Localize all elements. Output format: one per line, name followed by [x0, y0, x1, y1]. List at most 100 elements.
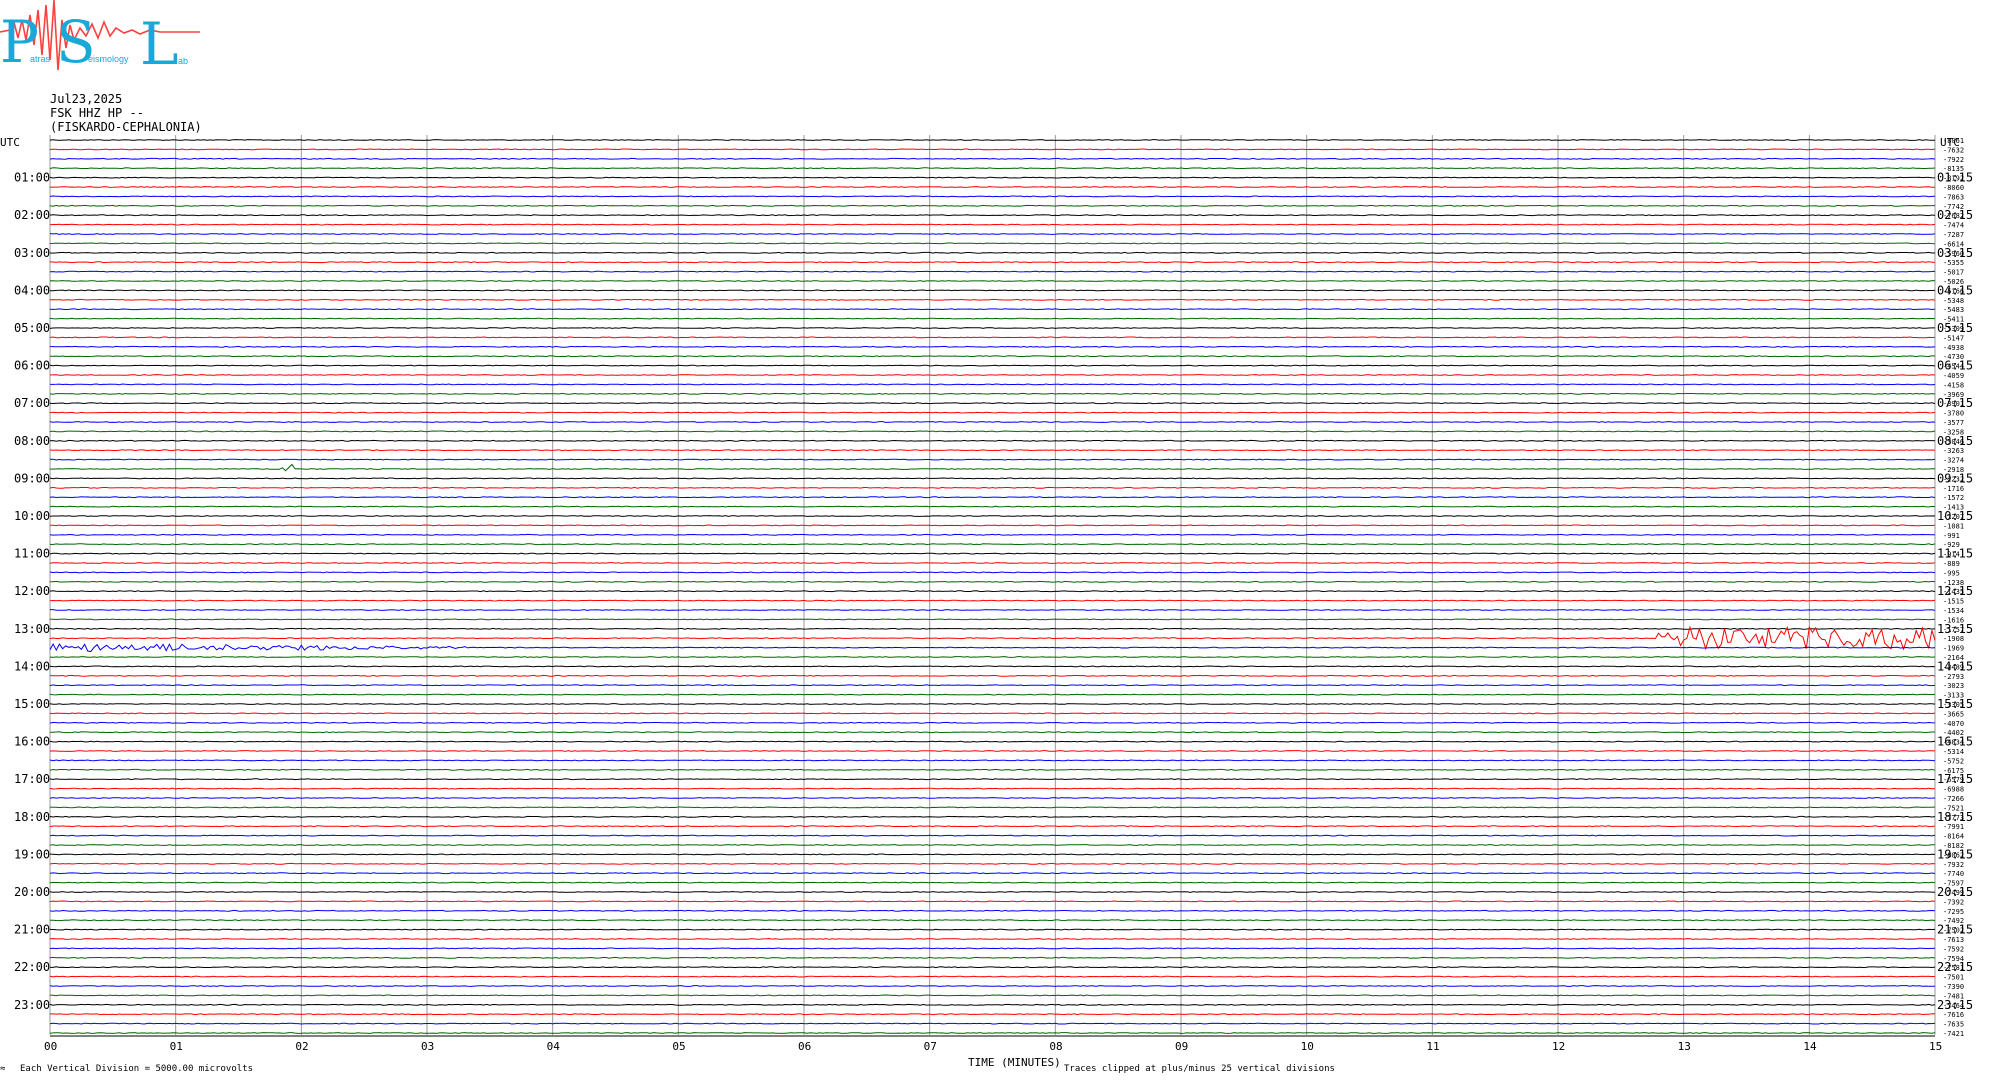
hour-label-left: 19:00: [14, 847, 50, 861]
trace-line: [49, 947, 1936, 950]
trace-line: [49, 430, 1936, 433]
trace-line: [49, 768, 1936, 771]
hour-label-right: 21:15: [1937, 923, 1973, 937]
offset-label: -1515: [1943, 598, 1964, 606]
trace-line: [49, 270, 1936, 273]
offset-label: -7922: [1943, 156, 1964, 164]
trace-line: [49, 533, 1935, 536]
hour-label-left: 07:00: [14, 396, 50, 410]
trace-line: [49, 176, 1936, 179]
hour-label-left: 18:00: [14, 810, 50, 824]
trace-line: [49, 364, 1936, 367]
offset-label: -1908: [1943, 635, 1964, 643]
trace-line: [49, 806, 1936, 809]
offset-label: -7295: [1943, 908, 1964, 916]
trace-line: [49, 167, 1936, 170]
offset-label: -7501: [1943, 974, 1964, 982]
hour-label-left: 13:00: [14, 622, 50, 636]
trace-line: [49, 327, 1935, 329]
x-tick-label: 09: [1175, 1040, 1188, 1053]
x-tick-label: 02: [295, 1040, 308, 1053]
offset-label: -3274: [1943, 457, 1964, 465]
x-tick-label: 14: [1803, 1040, 1817, 1053]
trace-line: [49, 458, 1936, 461]
offset-label: -7613: [1943, 936, 1964, 944]
offset-label: -5017: [1943, 269, 1964, 277]
trace-line: [49, 251, 1935, 254]
trace-line: [49, 759, 1936, 762]
trace-line: [49, 825, 1936, 828]
trace-line: [50, 580, 1936, 583]
offset-label: -7287: [1943, 231, 1964, 239]
trace-line: [49, 900, 1936, 903]
hour-label-left: 17:00: [14, 772, 50, 786]
trace-line: [49, 148, 1936, 151]
trace-line: [49, 881, 1936, 884]
hour-label-left: 08:00: [14, 434, 50, 448]
trace-line: [50, 609, 1936, 611]
trace-line: [49, 486, 1936, 489]
trace-line: [49, 449, 1936, 452]
trace-line: [49, 994, 1936, 997]
trace-line: [49, 891, 1936, 893]
trace-line: [49, 872, 1936, 875]
trace-line: [50, 1013, 1936, 1016]
trace-line: [49, 233, 1936, 235]
hour-label-right: 15:15: [1937, 697, 1973, 711]
hour-label-left: 09:00: [14, 471, 50, 485]
x-tick-label: 13: [1678, 1040, 1691, 1053]
trace-line: [49, 562, 1936, 564]
trace-line: [49, 463, 1935, 472]
trace-line: [49, 693, 1936, 696]
hour-label-right: 19:15: [1937, 847, 1973, 861]
hour-label-right: 04:15: [1937, 283, 1973, 297]
offset-label: -4070: [1943, 720, 1964, 728]
hour-label-right: 06:15: [1937, 359, 1973, 373]
trace-line: [49, 627, 1936, 630]
offset-label: -7421: [1943, 1030, 1964, 1038]
offset-label: -7266: [1943, 795, 1964, 803]
hour-label-right: 22:15: [1937, 960, 1973, 974]
hour-label-left: 20:00: [14, 885, 50, 899]
offset-label: -3577: [1943, 419, 1964, 427]
offset-label: -4059: [1943, 372, 1964, 380]
trace-line: [49, 157, 1936, 160]
offset-label: -3665: [1943, 710, 1964, 718]
x-tick-label: 07: [924, 1040, 937, 1053]
offset-label: -5355: [1943, 259, 1964, 267]
hour-label-right: 10:15: [1937, 509, 1973, 523]
trace-line: [50, 345, 1936, 348]
trace-line: [49, 543, 1936, 546]
offset-label: -7390: [1943, 983, 1964, 991]
hour-label-left: 16:00: [14, 735, 50, 749]
offset-label: -3023: [1943, 682, 1964, 690]
trace-line: [49, 844, 1936, 846]
trace-line: [49, 515, 1936, 517]
x-tick-label: 03: [421, 1040, 434, 1053]
clip-note: Traces clipped at plus/minus 25 vertical…: [1064, 1064, 1335, 1074]
offset-label: -7616: [1943, 1011, 1964, 1019]
offset-label: -7863: [1943, 193, 1964, 201]
x-tick-label: 15: [1929, 1040, 1942, 1053]
offset-label: -5147: [1943, 334, 1964, 342]
x-tick-label: 08: [1049, 1040, 1062, 1053]
trace-line: [49, 625, 1936, 651]
utc-label-left: UTC: [0, 136, 20, 149]
seismogram-chart: -8061-7632-7922-8135-8192-8060-7863-7742…: [0, 135, 1973, 1069]
trace-line: [49, 862, 1936, 865]
offset-label: -7991: [1943, 823, 1964, 831]
x-tick-label: 04: [547, 1040, 561, 1053]
trace-line: [49, 778, 1935, 781]
trace-line: [50, 966, 1936, 969]
trace-line: [49, 552, 1936, 555]
trace-line: [49, 392, 1936, 395]
hour-label-right: 12:15: [1937, 584, 1973, 598]
trace-line: [49, 1032, 1936, 1034]
trace-line: [49, 665, 1936, 668]
hour-label-left: 10:00: [14, 509, 50, 523]
hour-label-right: 13:15: [1937, 622, 1973, 636]
trace-line: [49, 674, 1936, 677]
trace-line: [49, 590, 1936, 593]
trace-line: [49, 139, 1936, 141]
x-tick-label: 12: [1552, 1040, 1565, 1053]
